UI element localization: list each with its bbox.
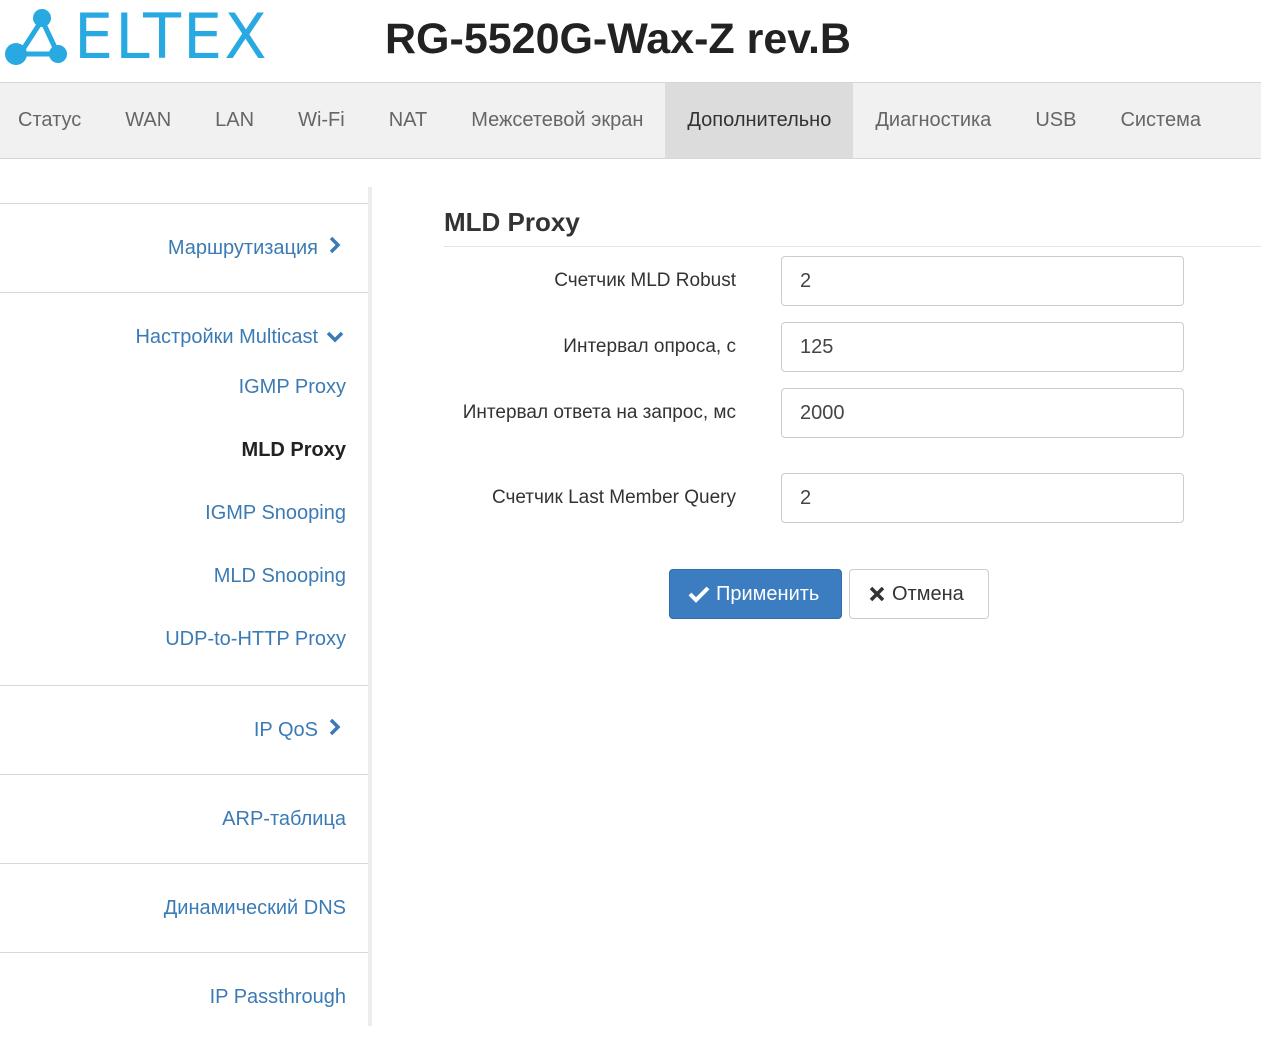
- check-icon: [688, 586, 710, 603]
- sidebar-item-label: Маршрутизация: [167, 236, 318, 259]
- sidebar-subitem-udp-to-http-proxy[interactable]: UDP-to-HTTP Proxy: [0, 608, 368, 671]
- apply-button-label: Применить: [716, 582, 820, 605]
- close-icon: [869, 586, 885, 602]
- tab-usb[interactable]: USB: [1013, 83, 1098, 158]
- tab-system[interactable]: Система: [1098, 83, 1223, 158]
- tab-nat[interactable]: NAT: [367, 83, 450, 158]
- query-interval-label: Интервал опроса, с: [563, 336, 736, 357]
- sidebar-item-arp-table[interactable]: ARP-таблица: [0, 775, 368, 863]
- chevron-right-icon: [324, 718, 346, 742]
- sidebar-subitem-mld-snooping[interactable]: MLD Snooping: [0, 545, 368, 608]
- network-nodes-icon: [5, 9, 67, 65]
- mld-robust-label: Счетчик MLD Robust: [554, 270, 736, 291]
- sidebar-item-routing[interactable]: Маршрутизация: [0, 204, 368, 292]
- tab-diagnostics[interactable]: Диагностика: [853, 83, 1013, 158]
- query-response-interval-input[interactable]: [781, 388, 1184, 438]
- form-buttons: Применить Отмена: [669, 569, 989, 619]
- sidebar-group-ddns: Динамический DNS: [0, 863, 368, 952]
- sidebar-group-qos: IP QoS: [0, 685, 368, 774]
- last-member-query-input[interactable]: [781, 473, 1184, 523]
- sidebar-group-arp: ARP-таблица: [0, 774, 368, 863]
- tab-status[interactable]: Статус: [0, 83, 103, 158]
- device-title: RG-5520G-Wax-Z rev.B: [385, 15, 851, 63]
- tab-wan[interactable]: WAN: [103, 83, 193, 158]
- sidebar-subitem-igmp-proxy[interactable]: IGMP Proxy: [0, 356, 368, 419]
- last-member-query-label: Счетчик Last Member Query: [491, 487, 736, 508]
- sidebar-group-passthrough: IP Passthrough: [0, 952, 368, 1041]
- logo-text: ELTEX: [74, 0, 269, 73]
- tab-firewall[interactable]: Межсетевой экран: [449, 83, 665, 158]
- sidebar-subitem-igmp-snooping[interactable]: IGMP Snooping: [0, 482, 368, 545]
- tab-wifi[interactable]: Wi-Fi: [276, 83, 367, 158]
- chevron-down-icon: [324, 326, 346, 349]
- query-response-interval-label: Интервал ответа на запрос, мс: [462, 402, 736, 423]
- page-title: MLD Proxy: [444, 204, 1261, 247]
- header: ELTEX RG-5520G-Wax-Z rev.B: [0, 0, 1261, 82]
- sidebar-item-dynamic-dns[interactable]: Динамический DNS: [0, 864, 368, 952]
- sidebar-item-label: IP QoS: [253, 718, 318, 741]
- sidebar-item-ip-passthrough[interactable]: IP Passthrough: [0, 953, 368, 1041]
- eltex-logo[interactable]: ELTEX: [4, 6, 269, 68]
- mld-robust-input[interactable]: [781, 256, 1184, 306]
- mld-proxy-panel: MLD Proxy Счетчик MLD Robust Интервал оп…: [444, 204, 1261, 619]
- cancel-button-label: Отмена: [892, 582, 964, 605]
- cancel-button[interactable]: Отмена: [849, 569, 989, 619]
- sidebar: Маршрутизация Настройки Multicast IGMP P…: [0, 187, 372, 1026]
- tab-lan[interactable]: LAN: [193, 83, 276, 158]
- sidebar-item-label: Настройки Multicast: [135, 325, 318, 348]
- apply-button[interactable]: Применить: [669, 569, 842, 619]
- top-navigation: Статус WAN LAN Wi-Fi NAT Межсетевой экра…: [0, 82, 1261, 159]
- chevron-right-icon: [324, 236, 346, 260]
- sidebar-group-multicast: Настройки Multicast IGMP Proxy MLD Proxy…: [0, 292, 368, 685]
- sidebar-group-routing: Маршрутизация: [0, 203, 368, 292]
- sidebar-item-ip-qos[interactable]: IP QoS: [0, 686, 368, 774]
- tab-advanced[interactable]: Дополнительно: [665, 83, 854, 158]
- sidebar-subitem-mld-proxy[interactable]: MLD Proxy: [0, 419, 368, 482]
- query-interval-input[interactable]: [781, 322, 1184, 372]
